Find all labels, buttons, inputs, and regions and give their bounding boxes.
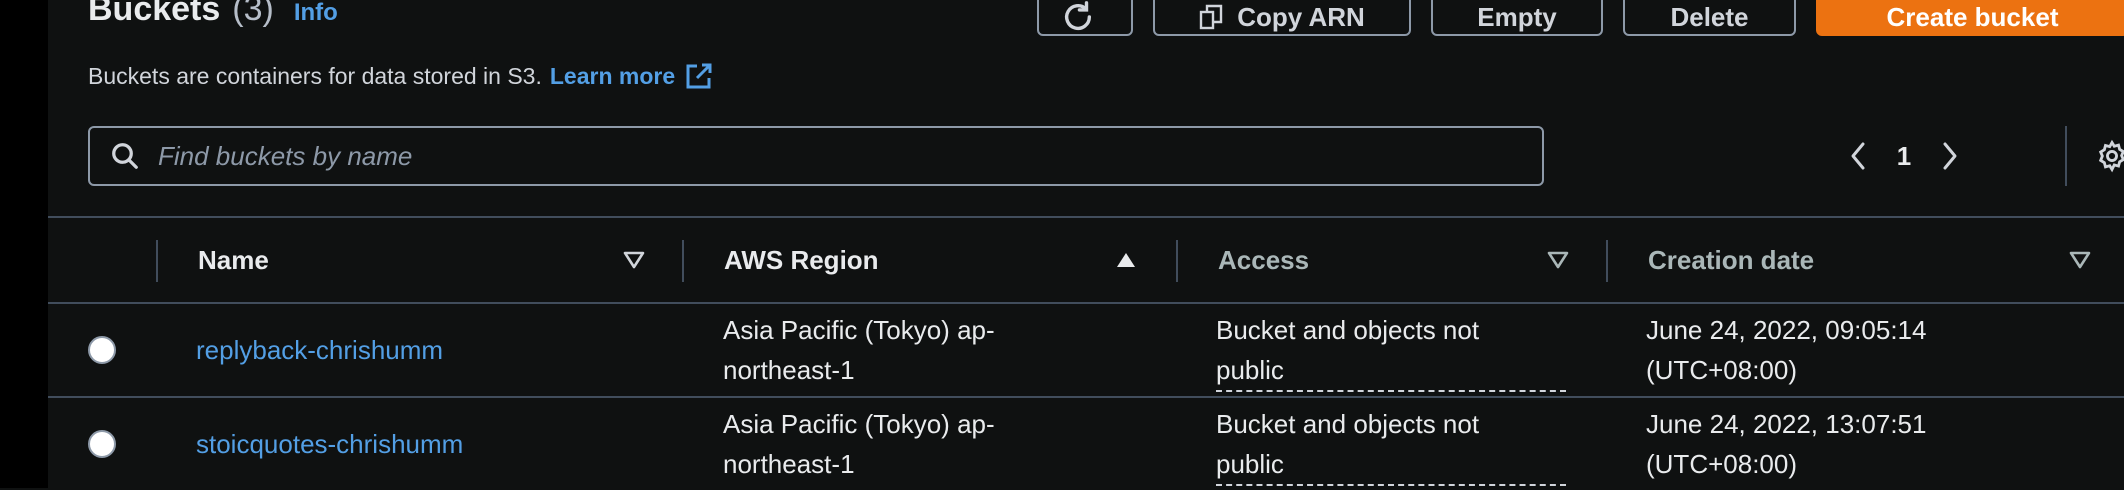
gear-icon [2095,139,2124,173]
create-bucket-button[interactable]: Create bucket [1816,0,2124,36]
bucket-count: (3) [232,0,274,28]
chevron-right-icon [1941,141,1959,171]
pagination: 1 [1838,126,1970,186]
region-line: northeast-1 [723,355,855,385]
column-separator [156,240,158,282]
chevron-left-icon [1849,141,1867,171]
empty-label: Empty [1477,1,1557,32]
pager-divider [2065,126,2067,186]
copy-arn-button[interactable]: Copy ARN [1153,0,1411,36]
settings-button[interactable] [2092,136,2124,176]
region-line: northeast-1 [723,449,855,479]
access-line: public [1216,350,1566,392]
learn-more-link[interactable]: Learn more [550,63,675,90]
date-line: June 24, 2022, 13:07:51 [1646,409,1927,439]
column-separator [1606,240,1608,282]
page-header: Buckets (3) Info [88,0,338,40]
description-text: Buckets are containers for data stored i… [88,62,542,89]
copy-arn-label: Copy ARN [1237,1,1365,32]
column-header-access[interactable]: Access [1218,218,1309,302]
bucket-name-link[interactable]: stoicquotes-chrishumm [196,424,463,464]
description: Buckets are containers for data stored i… [88,62,713,90]
column-header-region[interactable]: AWS Region [724,218,879,302]
left-strip [0,0,48,488]
search-input[interactable] [156,139,1460,173]
sort-down-outline-icon[interactable] [622,248,646,272]
refresh-icon [1061,0,1109,34]
create-bucket-label: Create bucket [1886,1,2059,32]
previous-page-button[interactable] [1838,126,1878,186]
access-line: public [1216,444,1566,486]
page-number[interactable]: 1 [1878,141,1930,172]
region-cell: Asia Pacific (Tokyo) ap- northeast-1 [723,310,995,390]
access-cell[interactable]: Bucket and objects not public [1216,310,1566,392]
search-icon [110,141,140,171]
date-line: June 24, 2022, 09:05:14 [1646,315,1927,345]
column-separator [1176,240,1178,282]
date-line: (UTC+08:00) [1646,449,1797,479]
refresh-button[interactable] [1037,0,1133,36]
page-title: Buckets [88,0,221,28]
sort-down-outline-icon[interactable] [2068,248,2092,272]
creation-date-cell: June 24, 2022, 13:07:51 (UTC+08:00) [1646,404,1926,484]
access-line: Bucket and objects not [1216,315,1480,345]
column-header-creation-date[interactable]: Creation date [1648,218,1814,302]
table-row: replyback-chrishumm Asia Pacific (Tokyo)… [48,304,2124,396]
access-cell[interactable]: Bucket and objects not public [1216,404,1566,486]
row-select-radio[interactable] [88,430,116,458]
access-line: Bucket and objects not [1216,409,1480,439]
region-line: Asia Pacific (Tokyo) ap- [723,409,995,439]
column-separator [682,240,684,282]
region-line: Asia Pacific (Tokyo) ap- [723,315,995,345]
search-bar[interactable] [88,126,1544,186]
copy-icon [1199,4,1237,30]
next-page-button[interactable] [1930,126,1970,186]
sort-down-outline-icon[interactable] [1546,248,1570,272]
column-header-name[interactable]: Name [198,218,269,302]
bucket-name-link[interactable]: replyback-chrishumm [196,330,443,370]
row-select-radio[interactable] [88,336,116,364]
buckets-panel: Buckets (3) Info Copy ARN Empty Delete C… [48,0,2124,488]
external-link-icon[interactable] [685,62,713,90]
table-row: stoicquotes-chrishumm Asia Pacific (Toky… [48,398,2124,490]
creation-date-cell: June 24, 2022, 09:05:14 (UTC+08:00) [1646,310,1926,390]
table-header: Name AWS Region Access Creation date [48,218,2124,302]
empty-button[interactable]: Empty [1431,0,1603,36]
delete-label: Delete [1670,1,1749,32]
delete-button[interactable]: Delete [1623,0,1796,36]
region-cell: Asia Pacific (Tokyo) ap- northeast-1 [723,404,995,484]
date-line: (UTC+08:00) [1646,355,1797,385]
sort-up-filled-icon[interactable] [1114,248,1138,272]
info-link[interactable]: Info [294,0,338,27]
